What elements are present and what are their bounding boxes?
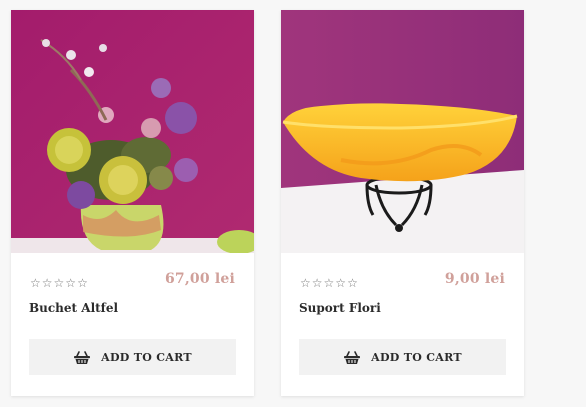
- basket-icon: [343, 350, 361, 365]
- product-card: ☆ ☆ ☆ ☆ ☆ 67,00 lei Buchet Altfel ADD TO…: [11, 10, 254, 396]
- product-card: ☆ ☆ ☆ ☆ ☆ 9,00 lei Suport Flori ADD TO C…: [281, 10, 524, 396]
- star-icon: ☆: [41, 276, 53, 290]
- product-price: 67,00 lei: [164, 271, 235, 287]
- add-to-cart-button[interactable]: ADD TO CART: [29, 339, 236, 375]
- star-icon: ☆: [77, 276, 88, 290]
- product-title[interactable]: Suport Flori: [299, 301, 381, 315]
- add-to-cart-label: ADD TO CART: [371, 350, 462, 364]
- star-icon: ☆: [347, 276, 358, 290]
- star-icon: ☆: [323, 276, 335, 290]
- star-icon: ☆: [311, 276, 323, 290]
- add-to-cart-label: ADD TO CART: [101, 350, 192, 364]
- orange-bowl-stand-image: [281, 10, 524, 253]
- product-title[interactable]: Buchet Altfel: [29, 301, 118, 315]
- product-image[interactable]: [11, 10, 254, 253]
- star-icon: ☆: [30, 276, 41, 290]
- star-icon: ☆: [335, 276, 347, 290]
- star-icon: ☆: [65, 276, 77, 290]
- star-icon: ☆: [300, 276, 311, 290]
- basket-icon: [73, 350, 91, 365]
- product-price: 9,00 lei: [444, 271, 505, 287]
- add-to-cart-button[interactable]: ADD TO CART: [299, 339, 506, 375]
- rating-stars: ☆ ☆ ☆ ☆ ☆: [300, 276, 358, 290]
- flower-vase-image: [11, 10, 254, 253]
- rating-stars: ☆ ☆ ☆ ☆ ☆: [30, 276, 88, 290]
- product-image[interactable]: [281, 10, 524, 253]
- star-icon: ☆: [53, 276, 65, 290]
